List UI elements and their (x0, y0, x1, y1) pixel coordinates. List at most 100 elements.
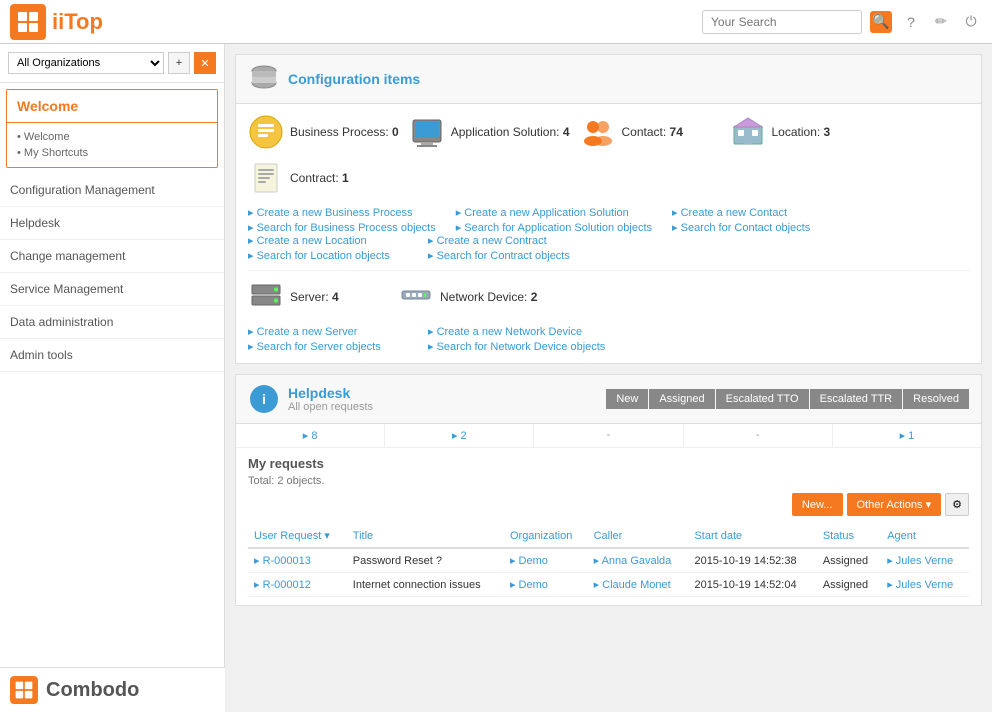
logo-icon (10, 4, 46, 40)
other-actions-button[interactable]: Other Actions ▾ (847, 493, 942, 516)
row1-id[interactable]: R-000013 (248, 548, 347, 573)
business-process-icon (248, 114, 284, 150)
create-server-link[interactable]: Create a new Server (248, 325, 408, 338)
config-items-grid: Business Process: 0 Application Solution… (248, 114, 969, 196)
col-title[interactable]: Title (347, 524, 504, 548)
tab-escalated-ttr[interactable]: Escalated TTR (810, 389, 903, 409)
row2-id[interactable]: R-000012 (248, 573, 347, 597)
count-new: ▸ 8 (236, 424, 385, 447)
row1-status: Assigned (817, 548, 881, 573)
create-contact-link[interactable]: Create a new Contact (672, 206, 832, 219)
row1-caller-link[interactable]: Anna Gavalda (594, 555, 672, 567)
search-contract-link[interactable]: Search for Contract objects (428, 249, 588, 262)
row2-caller: Claude Monet (588, 573, 689, 597)
col-status[interactable]: Status (817, 524, 881, 548)
row2-caller-link[interactable]: Claude Monet (594, 579, 671, 591)
helpdesk-title: Helpdesk (288, 385, 373, 401)
row1-agent-link[interactable]: Jules Verne (887, 555, 953, 567)
table-header: User Request ▾ Title Organization Caller… (248, 524, 969, 548)
helpdesk-subtitle: All open requests (288, 401, 373, 413)
row2-title: Internet connection issues (347, 573, 504, 597)
search-contact-link[interactable]: Search for Contact objects (672, 221, 832, 234)
org-add-button[interactable]: + (168, 52, 190, 74)
org-selector: All Organizations + ✕ (0, 44, 224, 83)
welcome-link-welcome[interactable]: Welcome (17, 129, 207, 145)
search-bp-link[interactable]: Search for Business Process objects (248, 221, 436, 234)
new-request-button[interactable]: New... (792, 493, 843, 516)
sidebar-item-change-mgmt[interactable]: Change management (0, 240, 224, 273)
tab-escalated-tto[interactable]: Escalated TTO (716, 389, 809, 409)
helpdesk-panel: i Helpdesk All open requests New Assigne… (235, 374, 982, 606)
bp-links: Create a new Business Process Search for… (248, 206, 436, 234)
welcome-link-shortcuts[interactable]: My Shortcuts (17, 145, 207, 161)
row2-agent-link[interactable]: Jules Verne (887, 579, 953, 591)
my-requests-section: My requests Total: 2 objects. New... Oth… (236, 448, 981, 605)
create-contract-link[interactable]: Create a new Contract (428, 234, 588, 247)
table-settings-button[interactable]: ⚙ (945, 493, 969, 516)
network-icon (398, 279, 434, 315)
config-links-row2: Create a new Server Search for Server ob… (248, 325, 969, 353)
sidebar: All Organizations + ✕ Welcome Welcome My… (0, 44, 225, 712)
config-item-network: Network Device: 2 (398, 279, 538, 315)
welcome-section: Welcome Welcome My Shortcuts (6, 89, 218, 168)
edit-icon[interactable]: ✏ (930, 11, 952, 33)
sidebar-item-service-mgmt[interactable]: Service Management (0, 273, 224, 306)
col-user-request[interactable]: User Request ▾ (248, 524, 347, 548)
config-items-grid2: Server: 4 Network Device: 2 (248, 279, 969, 315)
config-links-row1: Create a new Business Process Search for… (248, 206, 969, 262)
org-remove-button[interactable]: ✕ (194, 52, 216, 74)
sidebar-item-helpdesk[interactable]: Helpdesk (0, 207, 224, 240)
network-label: Network Device: 2 (440, 290, 537, 304)
sidebar-item-admin-tools[interactable]: Admin tools (0, 339, 224, 372)
sidebar-item-config-mgmt[interactable]: Configuration Management (0, 174, 224, 207)
tab-assigned[interactable]: Assigned (649, 389, 714, 409)
create-location-link[interactable]: Create a new Location (248, 234, 408, 247)
help-icon[interactable]: ? (900, 11, 922, 33)
config-item-contact: Contact: 74 (580, 114, 720, 150)
create-network-link[interactable]: Create a new Network Device (428, 325, 605, 338)
search-app-link[interactable]: Search for Application Solution objects (456, 221, 652, 234)
tab-new[interactable]: New (606, 389, 648, 409)
app-solution-icon (409, 114, 445, 150)
main-content: Configuration items Business Process: 0 (225, 44, 992, 712)
row2-org-link[interactable]: Demo (510, 579, 548, 591)
layout: All Organizations + ✕ Welcome Welcome My… (0, 44, 992, 712)
row1-org-link[interactable]: Demo (510, 555, 548, 567)
helpdesk-title-group: Helpdesk All open requests (288, 385, 373, 413)
tab-resolved[interactable]: Resolved (903, 389, 969, 409)
col-agent[interactable]: Agent (881, 524, 969, 548)
counts-row: ▸ 8 ▸ 2 - - ▸ 1 (236, 424, 981, 448)
col-caller[interactable]: Caller (588, 524, 689, 548)
create-app-link[interactable]: Create a new Application Solution (456, 206, 652, 219)
network-links: Create a new Network Device Search for N… (428, 325, 605, 353)
row1-title: Password Reset ? (347, 548, 504, 573)
table-row: R-000013 Password Reset ? Demo Anna Gava… (248, 548, 969, 573)
power-icon[interactable]: ⏻ (960, 11, 982, 33)
location-icon (730, 114, 766, 150)
logo-area: iiTop (10, 4, 103, 40)
table-row: R-000012 Internet connection issues Demo… (248, 573, 969, 597)
search-button[interactable]: 🔍 (870, 11, 892, 33)
total-count: Total: 2 objects. (248, 475, 969, 487)
svg-text:i: i (262, 391, 266, 407)
col-start-date[interactable]: Start date (688, 524, 816, 548)
row2-org: Demo (504, 573, 588, 597)
config-item-contract: Contract: 1 (248, 160, 388, 196)
search-server-link[interactable]: Search for Server objects (248, 340, 408, 353)
contract-label: Contract: 1 (290, 171, 349, 185)
sidebar-item-data-admin[interactable]: Data administration (0, 306, 224, 339)
search-location-link[interactable]: Search for Location objects (248, 249, 408, 262)
requests-actions: New... Other Actions ▾ ⚙ (248, 493, 969, 516)
org-dropdown[interactable]: All Organizations (8, 52, 164, 74)
config-items-icon (248, 63, 280, 95)
col-organization[interactable]: Organization (504, 524, 588, 548)
footer-brand: Combodo (46, 679, 139, 702)
server-icon (248, 279, 284, 315)
search-input[interactable] (702, 10, 862, 34)
app-solution-label: Application Solution: 4 (451, 125, 570, 139)
business-process-label: Business Process: 0 (290, 125, 399, 139)
helpdesk-icon: i (248, 383, 280, 415)
contract-icon (248, 160, 284, 196)
create-bp-link[interactable]: Create a new Business Process (248, 206, 436, 219)
search-network-link[interactable]: Search for Network Device objects (428, 340, 605, 353)
